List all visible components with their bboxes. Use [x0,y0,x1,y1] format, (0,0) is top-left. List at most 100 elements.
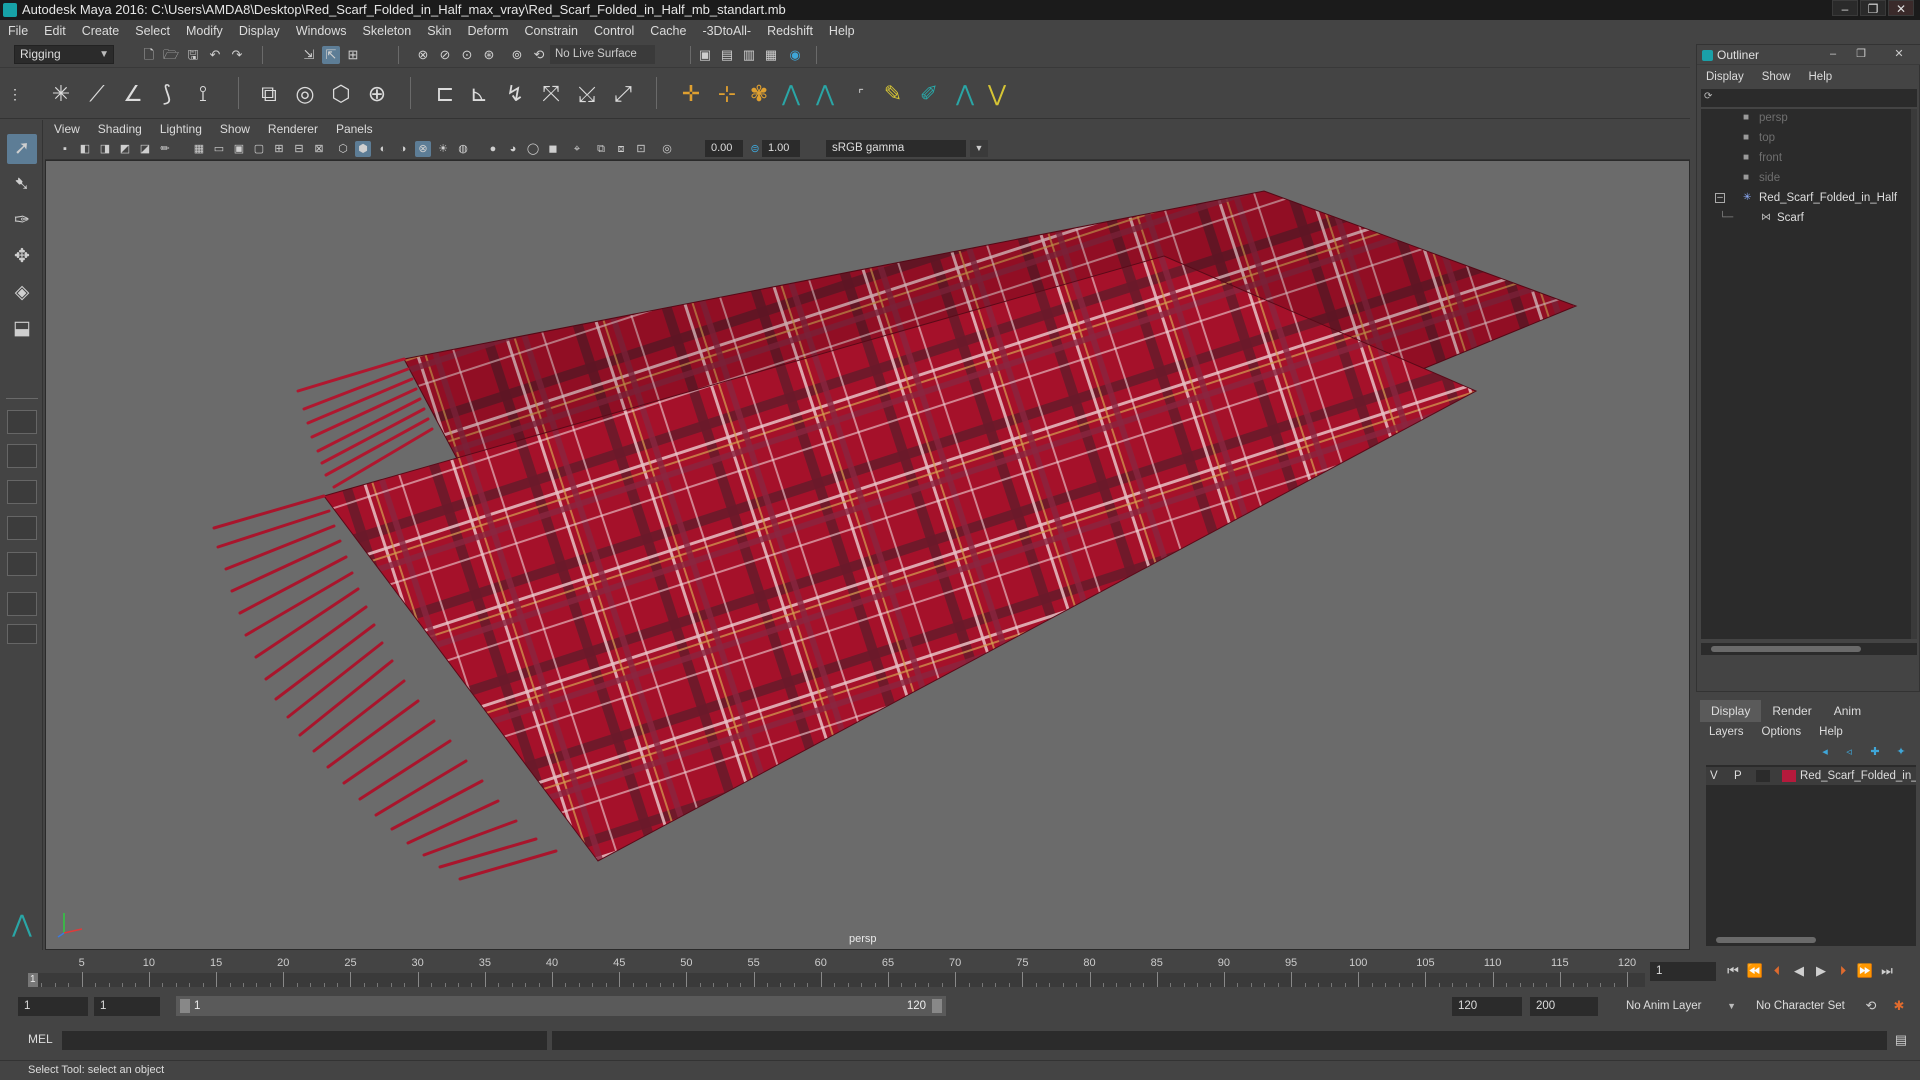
step-forward-key-icon[interactable]: ⏩ [1855,962,1875,980]
hypershade-icon[interactable]: ▦ [762,46,780,64]
2d-pan-zoom-icon[interactable]: ◪ [137,141,153,157]
depth-of-field-icon[interactable]: ◯ [525,141,541,157]
minimize-button[interactable]: – [1832,0,1858,16]
ik-spline-icon[interactable]: ⟆ [152,79,182,109]
ipr-render-icon[interactable]: ▤ [718,46,736,64]
side-by-side-layout-icon[interactable] [7,480,37,504]
layer-color-swatch[interactable] [1782,770,1796,782]
anim-layer-dropdown[interactable]: No Anim Layer ▼ [1620,997,1740,1016]
grid-toggle-icon[interactable]: ▦ [191,141,207,157]
screen-space-ao-icon[interactable]: ◍ [455,141,471,157]
layer-row[interactable]: V P Red_Scarf_Folded_in_Half [1706,767,1916,785]
menu-skeleton[interactable]: Skeleton [355,20,420,42]
maya-logo-icon[interactable]: ⋀ [950,79,980,109]
persp-viewport[interactable]: persp [45,160,1690,950]
menu-cache[interactable]: Cache [642,20,694,42]
maya-home-icon[interactable]: ⋀ [7,910,37,940]
playback-end-field[interactable]: 120 [1452,997,1522,1016]
step-back-frame-icon[interactable]: ⏴ [1767,962,1787,980]
range-start-handle[interactable] [180,999,190,1013]
layer-menu-options[interactable]: Options [1753,726,1811,738]
joint-tool-icon[interactable]: ✳ [46,79,76,109]
image-plane-icon[interactable]: ◩ [117,141,133,157]
blend-shape-icon[interactable]: ✾ [744,79,774,109]
play-backward-icon[interactable]: ◀ [1789,962,1809,980]
shelf-options-icon[interactable]: ⋮ [8,79,22,109]
select-by-hierarchy-icon[interactable]: ⇲ [300,46,318,64]
menu-edit[interactable]: Edit [36,20,74,42]
outliner-menu-show[interactable]: Show [1753,71,1800,83]
undo-icon[interactable]: ↶ [206,46,224,64]
start-time-field[interactable]: 1 [18,997,88,1016]
select-camera-icon[interactable]: ▪ [57,141,73,157]
pole-vector-icon[interactable]: ⊹ [712,79,742,109]
range-slider[interactable]: 1 120 [176,996,946,1016]
graph-layout-icon[interactable] [7,552,37,576]
outliner-menu-help[interactable]: Help [1800,71,1842,83]
tab-anim[interactable]: Anim [1823,700,1872,722]
open-scene-icon[interactable]: 🗁 [162,46,180,64]
outliner-search-input[interactable]: ⟳ [1701,89,1917,107]
script-editor-icon[interactable]: ▤ [1892,1031,1910,1049]
live-surface-icon[interactable]: ⟲ [530,46,548,64]
film-gate-icon[interactable]: ▭ [211,141,227,157]
smooth-shade-icon[interactable]: ⬢ [355,141,371,157]
menu-skin[interactable]: Skin [419,20,459,42]
point-constraint-icon[interactable]: ⊾ [464,79,494,109]
locator-icon[interactable]: ✛ [676,79,706,109]
layer-menu-layers[interactable]: Layers [1700,726,1753,738]
exposure-field[interactable]: 0.00 [705,140,743,157]
cluster-icon[interactable]: ⊏ [430,79,460,109]
tab-display[interactable]: Display [1700,700,1762,722]
wireframe-on-shaded-icon[interactable]: ◐ [375,141,391,157]
aim-constraint-icon[interactable]: ↯ [500,79,530,109]
collapse-icon[interactable]: – [1715,193,1725,203]
menu-deform[interactable]: Deform [460,20,517,42]
humanik-icon[interactable]: ⟟ [188,79,218,109]
menu-file[interactable]: File [0,20,36,42]
paint-brush-icon[interactable]: ✐ [914,79,944,109]
menu-display[interactable]: Display [231,20,288,42]
collapse-layout-icon[interactable] [7,624,37,644]
outliner-minimize-button[interactable]: – [1825,47,1841,61]
outliner-item-side[interactable]: ■ side [1701,169,1911,187]
scrollbar-thumb[interactable] [1711,646,1861,652]
new-layer-selected-icon[interactable]: ✦ [1892,744,1910,760]
menu-select[interactable]: Select [127,20,178,42]
play-forward-icon[interactable]: ▶ [1811,962,1831,980]
go-to-end-icon[interactable]: ⏭ [1877,962,1897,980]
scale-constraint-icon[interactable]: ⤩ [572,79,602,109]
gamma-field[interactable]: 1.00 [762,140,800,157]
lasso-tool-icon[interactable]: ➷ [7,170,37,200]
resolution-gate-icon[interactable]: ▣ [231,141,247,157]
maya-m-icon[interactable]: ⋀ [776,79,806,109]
outliner-item-red-scarf-group[interactable]: – ✳ Red_Scarf_Folded_in_Half [1701,189,1911,207]
outliner-item-persp[interactable]: ■ persp [1701,109,1911,127]
safe-action-icon[interactable]: ⊟ [291,141,307,157]
new-scene-icon[interactable]: 🗋 [140,46,158,64]
character-set-dropdown[interactable]: No Character Set [1750,997,1865,1016]
command-input[interactable] [62,1031,547,1050]
layer-display-type[interactable] [1756,770,1770,782]
range-end-handle[interactable] [932,999,942,1013]
close-button[interactable]: ✕ [1888,0,1914,16]
layer-playback-toggle[interactable]: P [1734,767,1742,785]
outliner-item-top[interactable]: ■ top [1701,129,1911,147]
xray-icon[interactable]: ⌖ [569,141,585,157]
save-scene-icon[interactable]: 🖫 [184,46,202,64]
parent-constraint-icon[interactable]: ⤢ [608,79,638,109]
new-empty-layer-icon[interactable]: ✚ [1866,744,1884,760]
menu-windows[interactable]: Windows [288,20,355,42]
step-forward-frame-icon[interactable]: ⏵ [1833,962,1853,980]
tab-render[interactable]: Render [1761,700,1822,722]
viewport-menu-panels[interactable]: Panels [327,120,382,138]
wrap-icon[interactable]: ⊕ [362,79,392,109]
gate-mask-icon[interactable]: ▢ [251,141,267,157]
hypershade-layout-icon[interactable] [7,592,37,616]
select-by-component-icon[interactable]: ⊞ [344,46,362,64]
current-frame-field[interactable]: 1 [1650,962,1716,981]
ik-handle-icon[interactable]: ∠ [118,79,148,109]
safe-title-icon[interactable]: ⊠ [311,141,327,157]
menu-set-dropdown[interactable]: Rigging ▼ [14,45,114,64]
camera-attributes-icon[interactable]: ◧ [77,141,93,157]
